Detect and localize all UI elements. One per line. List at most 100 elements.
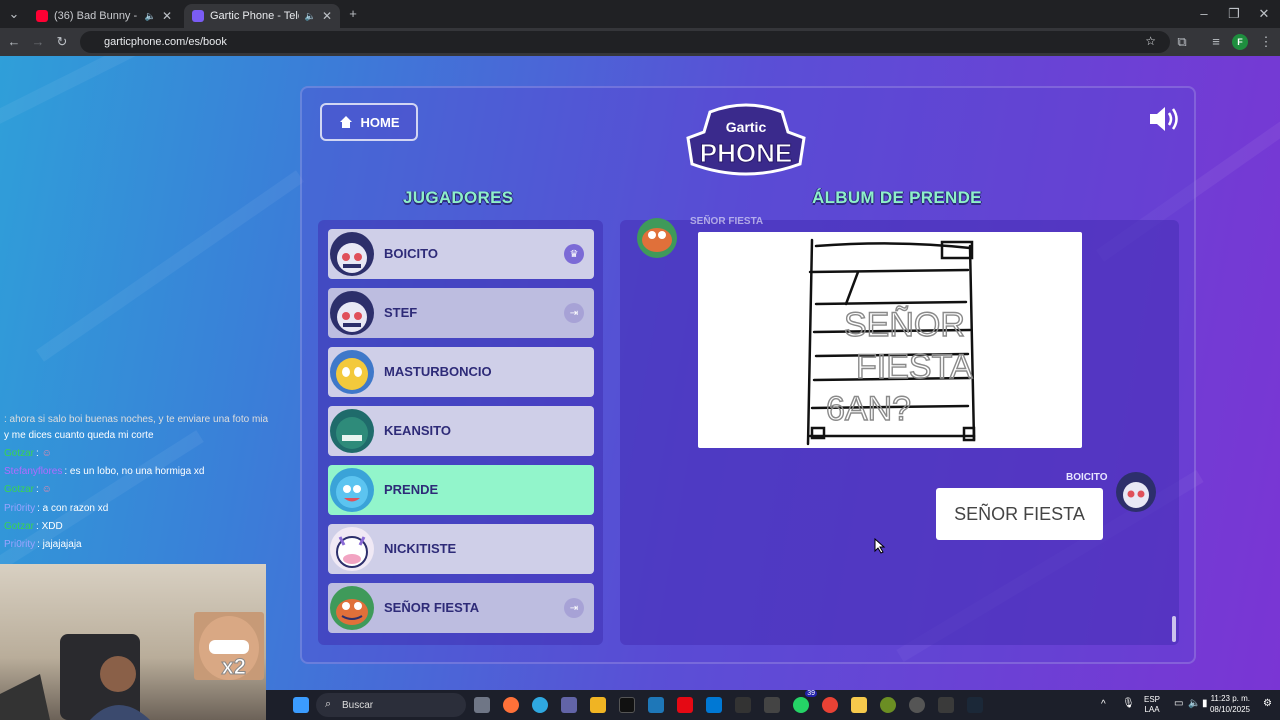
- stream-chat-overlay: : ahora si salo boi buenas noches, y te …: [0, 412, 372, 552]
- new-tab-button[interactable]: +: [345, 6, 361, 22]
- taskbar-search[interactable]: ⌕ Buscar: [316, 693, 466, 717]
- home-button[interactable]: HOME: [320, 103, 418, 141]
- firefox-icon[interactable]: [503, 697, 519, 713]
- audio-icon: 🔈: [144, 10, 156, 21]
- reload-icon[interactable]: ↻: [54, 34, 70, 50]
- language-indicator[interactable]: ESP LAA: [1144, 695, 1160, 715]
- chat-message: y me dices cuanto queda mi corte: [4, 430, 154, 441]
- network-icon[interactable]: ▭: [1174, 698, 1183, 709]
- outlook-icon[interactable]: [706, 697, 722, 713]
- edge-icon[interactable]: [532, 697, 548, 713]
- media-icon[interactable]: ≡: [1208, 34, 1224, 50]
- player-name: MASTURBONCIO: [384, 364, 492, 379]
- whatsapp-badge: 39: [805, 690, 817, 697]
- chat-message: Stefanyflores: es un lobo, no una hormig…: [4, 466, 205, 477]
- app-icon[interactable]: [938, 697, 954, 713]
- chat-message: Pri0rity: a con razon xd: [4, 503, 109, 514]
- exit-icon: ⇥: [564, 598, 584, 618]
- windows-taskbar: ⌕ Buscar 39 ^ 🎙 ESP LAA ▭ 🔈 ▮ 11:23 p. m…: [266, 690, 1280, 720]
- obs-icon[interactable]: [764, 697, 780, 713]
- svg-text:Gartic: Gartic: [726, 119, 767, 135]
- player-row[interactable]: BOICITO ♛: [328, 229, 594, 279]
- forward-icon[interactable]: →: [30, 34, 46, 50]
- emote-icon: ☺: [41, 484, 52, 495]
- player-name: NICKITISTE: [384, 541, 457, 556]
- netflix-icon[interactable]: [677, 697, 693, 713]
- volume-tray-icon[interactable]: 🔈: [1188, 698, 1200, 709]
- chrome-icon[interactable]: [822, 697, 838, 713]
- drawing-canvas: SEÑOR FIESTA 6AN?: [698, 232, 1082, 448]
- settings-icon[interactable]: [735, 697, 751, 713]
- avatar: [330, 291, 374, 335]
- store-icon[interactable]: [590, 697, 606, 713]
- player-name: KEANSITO: [384, 423, 451, 438]
- player-name: SEÑOR FIESTA: [384, 600, 480, 615]
- answer-bubble: SEÑOR FIESTA: [936, 488, 1103, 540]
- minimize-button[interactable]: –: [1196, 6, 1212, 22]
- player-name: BOICITO: [384, 246, 438, 261]
- extensions-icon[interactable]: ⧉: [1174, 34, 1190, 50]
- players-heading: JUGADORES: [403, 188, 514, 207]
- mouse-cursor-icon: [874, 538, 886, 554]
- close-window-button[interactable]: ✕: [1256, 6, 1272, 22]
- menu-icon[interactable]: ⋮: [1258, 34, 1274, 50]
- battery-icon[interactable]: ▮: [1202, 698, 1208, 709]
- emote-icon: ☺: [41, 448, 52, 459]
- tray-chevron-icon[interactable]: ^: [1101, 699, 1106, 710]
- album-scrollbar[interactable]: [1172, 616, 1176, 642]
- url-text: garticphone.com/es/book: [104, 36, 227, 48]
- player-name: PRENDE: [384, 482, 439, 497]
- bookmark-star-icon[interactable]: ☆: [1145, 34, 1156, 48]
- drawing-author-name: SEÑOR FIESTA: [690, 216, 764, 227]
- tab-search-icon[interactable]: ⌄: [6, 6, 22, 22]
- avatar: [330, 586, 374, 630]
- exit-icon: ⇥: [564, 303, 584, 323]
- task-view-icon[interactable]: [474, 697, 490, 713]
- svg-text:PHONE: PHONE: [700, 138, 792, 168]
- clock[interactable]: 11:23 p. m. 08/10/2025: [1210, 693, 1250, 715]
- drawing-text-line: SEÑOR: [844, 306, 965, 344]
- profile-avatar[interactable]: F: [1232, 34, 1248, 50]
- sketch: SEÑOR FIESTA 6AN?: [806, 238, 976, 446]
- drawing-author-avatar: [637, 218, 677, 258]
- browser-tab-bar: ⌄ (36) Bad Bunny - Tití Me Pr 🔈 ✕ Gartic…: [0, 0, 1280, 28]
- player-row[interactable]: MASTURBONCIO: [328, 347, 594, 397]
- steam-icon[interactable]: [967, 697, 983, 713]
- mic-icon[interactable]: 🎙: [1122, 698, 1135, 709]
- restore-button[interactable]: ❐: [1226, 6, 1242, 22]
- home-label: HOME: [360, 114, 400, 130]
- close-tab-icon[interactable]: ✕: [322, 9, 332, 23]
- home-icon: [339, 116, 352, 128]
- close-tab-icon[interactable]: ✕: [162, 9, 172, 23]
- tab-gartic[interactable]: Gartic Phone - Teléfono De 🔈 ✕: [184, 4, 340, 28]
- start-icon[interactable]: [293, 697, 309, 713]
- teams-icon[interactable]: [561, 697, 577, 713]
- app-icon[interactable]: [648, 697, 664, 713]
- player-name: STEF: [384, 305, 418, 320]
- address-bar[interactable]: garticphone.com/es/book ☆: [80, 31, 1170, 53]
- album-heading: ÁLBUM DE PRENDE: [812, 188, 982, 207]
- answer-author-name: BOICITO: [1066, 472, 1108, 483]
- file-explorer-icon[interactable]: [851, 697, 867, 713]
- player-row[interactable]: STEF ⇥: [328, 288, 594, 338]
- tab-title: (36) Bad Bunny - Tití Me Pr: [54, 10, 139, 22]
- drawing-text-line: 6AN?: [826, 390, 911, 428]
- volume-icon[interactable]: [1148, 104, 1182, 134]
- tiktok-icon[interactable]: [619, 697, 635, 713]
- clock-date: 08/10/2025: [1209, 705, 1250, 714]
- player-row[interactable]: SEÑOR FIESTA ⇥: [328, 583, 594, 633]
- tab-title: Gartic Phone - Teléfono De: [210, 10, 299, 22]
- whatsapp-icon[interactable]: 39: [793, 690, 817, 713]
- lang-layout: LAA: [1144, 705, 1160, 714]
- lang-code: ESP: [1144, 695, 1161, 704]
- chat-message: Pri0rity: jajajajaja: [4, 539, 82, 550]
- youtube-icon: [36, 10, 48, 22]
- browser-toolbar: ← → ↻ garticphone.com/es/book ☆ ⧉ ≡ F ⋮: [0, 28, 1280, 56]
- tab-youtube[interactable]: (36) Bad Bunny - Tití Me Pr 🔈 ✕: [28, 4, 180, 28]
- back-icon[interactable]: ←: [6, 34, 22, 50]
- search-icon: ⌕: [325, 698, 332, 710]
- multiplier-label: x2: [221, 654, 247, 680]
- notification-icon[interactable]: ⚙: [1263, 698, 1272, 709]
- game-icon[interactable]: [880, 697, 896, 713]
- app-icon[interactable]: [909, 697, 925, 713]
